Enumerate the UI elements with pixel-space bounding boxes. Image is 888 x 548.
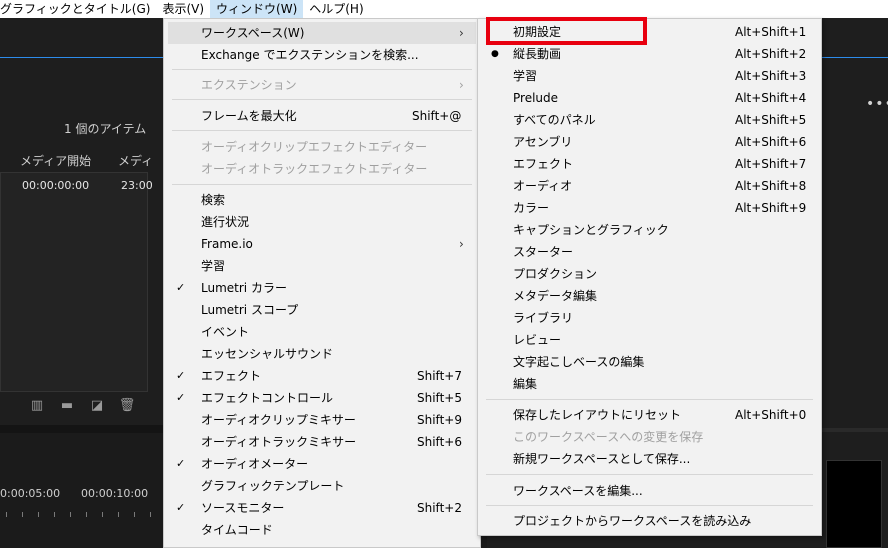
menu-help[interactable]: ヘルプ(H) — [303, 0, 369, 18]
right-panel-focus-line — [822, 57, 888, 58]
workspace-submenu: 初期設定 Alt+Shift+1 ● 縦長動画 Alt+Shift+2 学習 A… — [477, 18, 822, 536]
workspace-item-effects[interactable]: エフェクト Alt+Shift+7 — [482, 153, 817, 175]
chevron-right-icon: › — [459, 26, 464, 40]
workspace-item-captions-graphics[interactable]: キャプションとグラフィック — [482, 219, 817, 241]
menu-separator — [486, 399, 813, 400]
panel-focus-line — [0, 57, 163, 58]
menu-separator — [486, 505, 813, 506]
menu-view[interactable]: 表示(V) — [156, 0, 210, 18]
checkmark-icon: ✓ — [176, 281, 186, 294]
menu-separator — [172, 99, 472, 100]
checkmark-icon: ✓ — [176, 369, 186, 382]
workspace-item-metadata-editing[interactable]: メタデータ編集 — [482, 285, 817, 307]
column-headers: メディア開始 メディ — [0, 150, 163, 172]
item-count: 1 個のアイテム — [64, 122, 147, 136]
menu-item-extensions: エクステンション › — [168, 74, 476, 96]
workspace-item-color[interactable]: カラー Alt+Shift+9 — [482, 197, 817, 219]
menu-item-source-monitor[interactable]: ✓ ソースモニター Shift+2 — [168, 497, 476, 519]
menu-item-effects[interactable]: ✓ エフェクト Shift+7 — [168, 365, 476, 387]
trash-icon[interactable]: 🗑 — [118, 398, 136, 413]
list-item[interactable]: 00:00:00:00 23:00 — [0, 175, 163, 197]
menu-window[interactable]: ウィンドウ(W) — [210, 0, 304, 18]
window-menu: ワークスペース(W) › Exchange でエクステンションを検索... エク… — [163, 18, 481, 548]
menu-separator — [486, 474, 813, 475]
menu-item-lumetri-scopes[interactable]: Lumetri スコープ — [168, 299, 476, 321]
menu-item-timecode[interactable]: タイムコード — [168, 519, 476, 541]
menu-graphics-titles[interactable]: グラフィックとタイトル(G) — [0, 0, 156, 18]
workspace-item-learning[interactable]: 学習 Alt+Shift+3 — [482, 65, 817, 87]
project-list[interactable] — [0, 172, 148, 392]
workspace-item-vertical-video[interactable]: ● 縦長動画 Alt+Shift+2 — [482, 43, 817, 65]
menu-item-frameio[interactable]: Frame.io › — [168, 233, 476, 255]
checkmark-icon: ✓ — [176, 391, 186, 404]
workspace-item-production[interactable]: プロダクション — [482, 263, 817, 285]
menu-separator — [172, 184, 472, 185]
new-item-icon[interactable]: ◪ — [88, 398, 106, 413]
column-header-media-end[interactable]: メディ — [118, 152, 153, 169]
media-start-value: 00:00:00:00 — [22, 179, 90, 192]
media-end-value: 23:00 — [121, 179, 153, 192]
panel-divider — [0, 425, 163, 433]
menu-item-audio-meters[interactable]: ✓ オーディオメーター — [168, 453, 476, 475]
menu-item-audio-track-effect-editor: オーディオトラックエフェクトエディター — [201, 162, 428, 176]
workspace-item-prelude[interactable]: Prelude Alt+Shift+4 — [482, 87, 817, 109]
workspace-item-libraries[interactable]: ライブラリ — [482, 307, 817, 329]
folder-icon[interactable]: ▬ — [58, 398, 76, 413]
menu-separator — [172, 69, 472, 70]
workspace-edit[interactable]: ワークスペースを編集... — [482, 480, 817, 502]
menu-item-maximize-frame[interactable]: フレームを最大化 Shift+@ — [168, 105, 476, 127]
menu-item-search[interactable]: 検索 — [168, 189, 476, 211]
workspace-item-editing[interactable]: 編集 — [482, 373, 817, 395]
menu-item-essential-sound[interactable]: エッセンシャルサウンド — [168, 343, 476, 365]
menu-item-exchange[interactable]: Exchange でエクステンションを検索... — [168, 44, 476, 66]
menu-item-lumetri-color[interactable]: ✓ Lumetri カラー — [168, 277, 476, 299]
checkmark-icon: ✓ — [176, 501, 186, 514]
workspace-save-changes: このワークスペースへの変更を保存 — [513, 430, 704, 444]
chevron-right-icon: › — [459, 78, 464, 92]
menu-item-audio-track-mixer[interactable]: オーディオトラックミキサー Shift+6 — [168, 431, 476, 453]
checkmark-icon: ✓ — [176, 457, 186, 470]
workspace-reset-saved-layout[interactable]: 保存したレイアウトにリセット Alt+Shift+0 — [482, 404, 817, 426]
menu-item-audio-clip-effect-editor: オーディオクリップエフェクトエディター — [201, 140, 428, 154]
timeline-ruler[interactable] — [0, 505, 163, 517]
menu-bar: グラフィックとタイトル(G) 表示(V) ウィンドウ(W) ヘルプ(H) — [0, 0, 888, 18]
audio-meter-panel — [826, 460, 882, 548]
workspace-item-review[interactable]: レビュー — [482, 329, 817, 351]
menu-item-effect-controls[interactable]: ✓ エフェクトコントロール Shift+5 — [168, 387, 476, 409]
menu-item-progress[interactable]: 進行状況 — [168, 211, 476, 233]
right-panel-divider — [820, 428, 888, 432]
menu-separator — [172, 130, 472, 131]
workspace-item-audio[interactable]: オーディオ Alt+Shift+8 — [482, 175, 817, 197]
bullet-icon: ● — [491, 49, 499, 59]
column-header-media-start[interactable]: メディア開始 — [20, 152, 91, 169]
timecode-mark: 0:00:05:00 — [0, 487, 61, 500]
project-toolbar: ▥ ▬ ◪ 🗑 — [28, 398, 136, 413]
chevron-right-icon: › — [459, 237, 464, 251]
bin-icon[interactable]: ▥ — [28, 398, 46, 413]
menu-item-learn[interactable]: 学習 — [168, 255, 476, 277]
workspace-save-as-new[interactable]: 新規ワークスペースとして保存... — [482, 448, 817, 470]
menu-item-workspace[interactable]: ワークスペース(W) › — [168, 22, 476, 44]
menu-item-audio-clip-mixer[interactable]: オーディオクリップミキサー Shift+9 — [168, 409, 476, 431]
menu-item-events[interactable]: イベント — [168, 321, 476, 343]
more-options-icon[interactable]: ••• — [866, 96, 888, 112]
workspace-item-assembly[interactable]: アセンブリ Alt+Shift+6 — [482, 131, 817, 153]
workspace-item-text-based-editing[interactable]: 文字起こしベースの編集 — [482, 351, 817, 373]
workspace-item-starter[interactable]: スターター — [482, 241, 817, 263]
menu-item-graphic-templates[interactable]: グラフィックテンプレート — [168, 475, 476, 497]
highlight-box — [486, 17, 647, 45]
workspace-import-from-project[interactable]: プロジェクトからワークスペースを読み込み — [482, 510, 817, 532]
timecode-mark: 00:00:10:00 — [81, 487, 149, 500]
workspace-item-all-panels[interactable]: すべてのパネル Alt+Shift+5 — [482, 109, 817, 131]
